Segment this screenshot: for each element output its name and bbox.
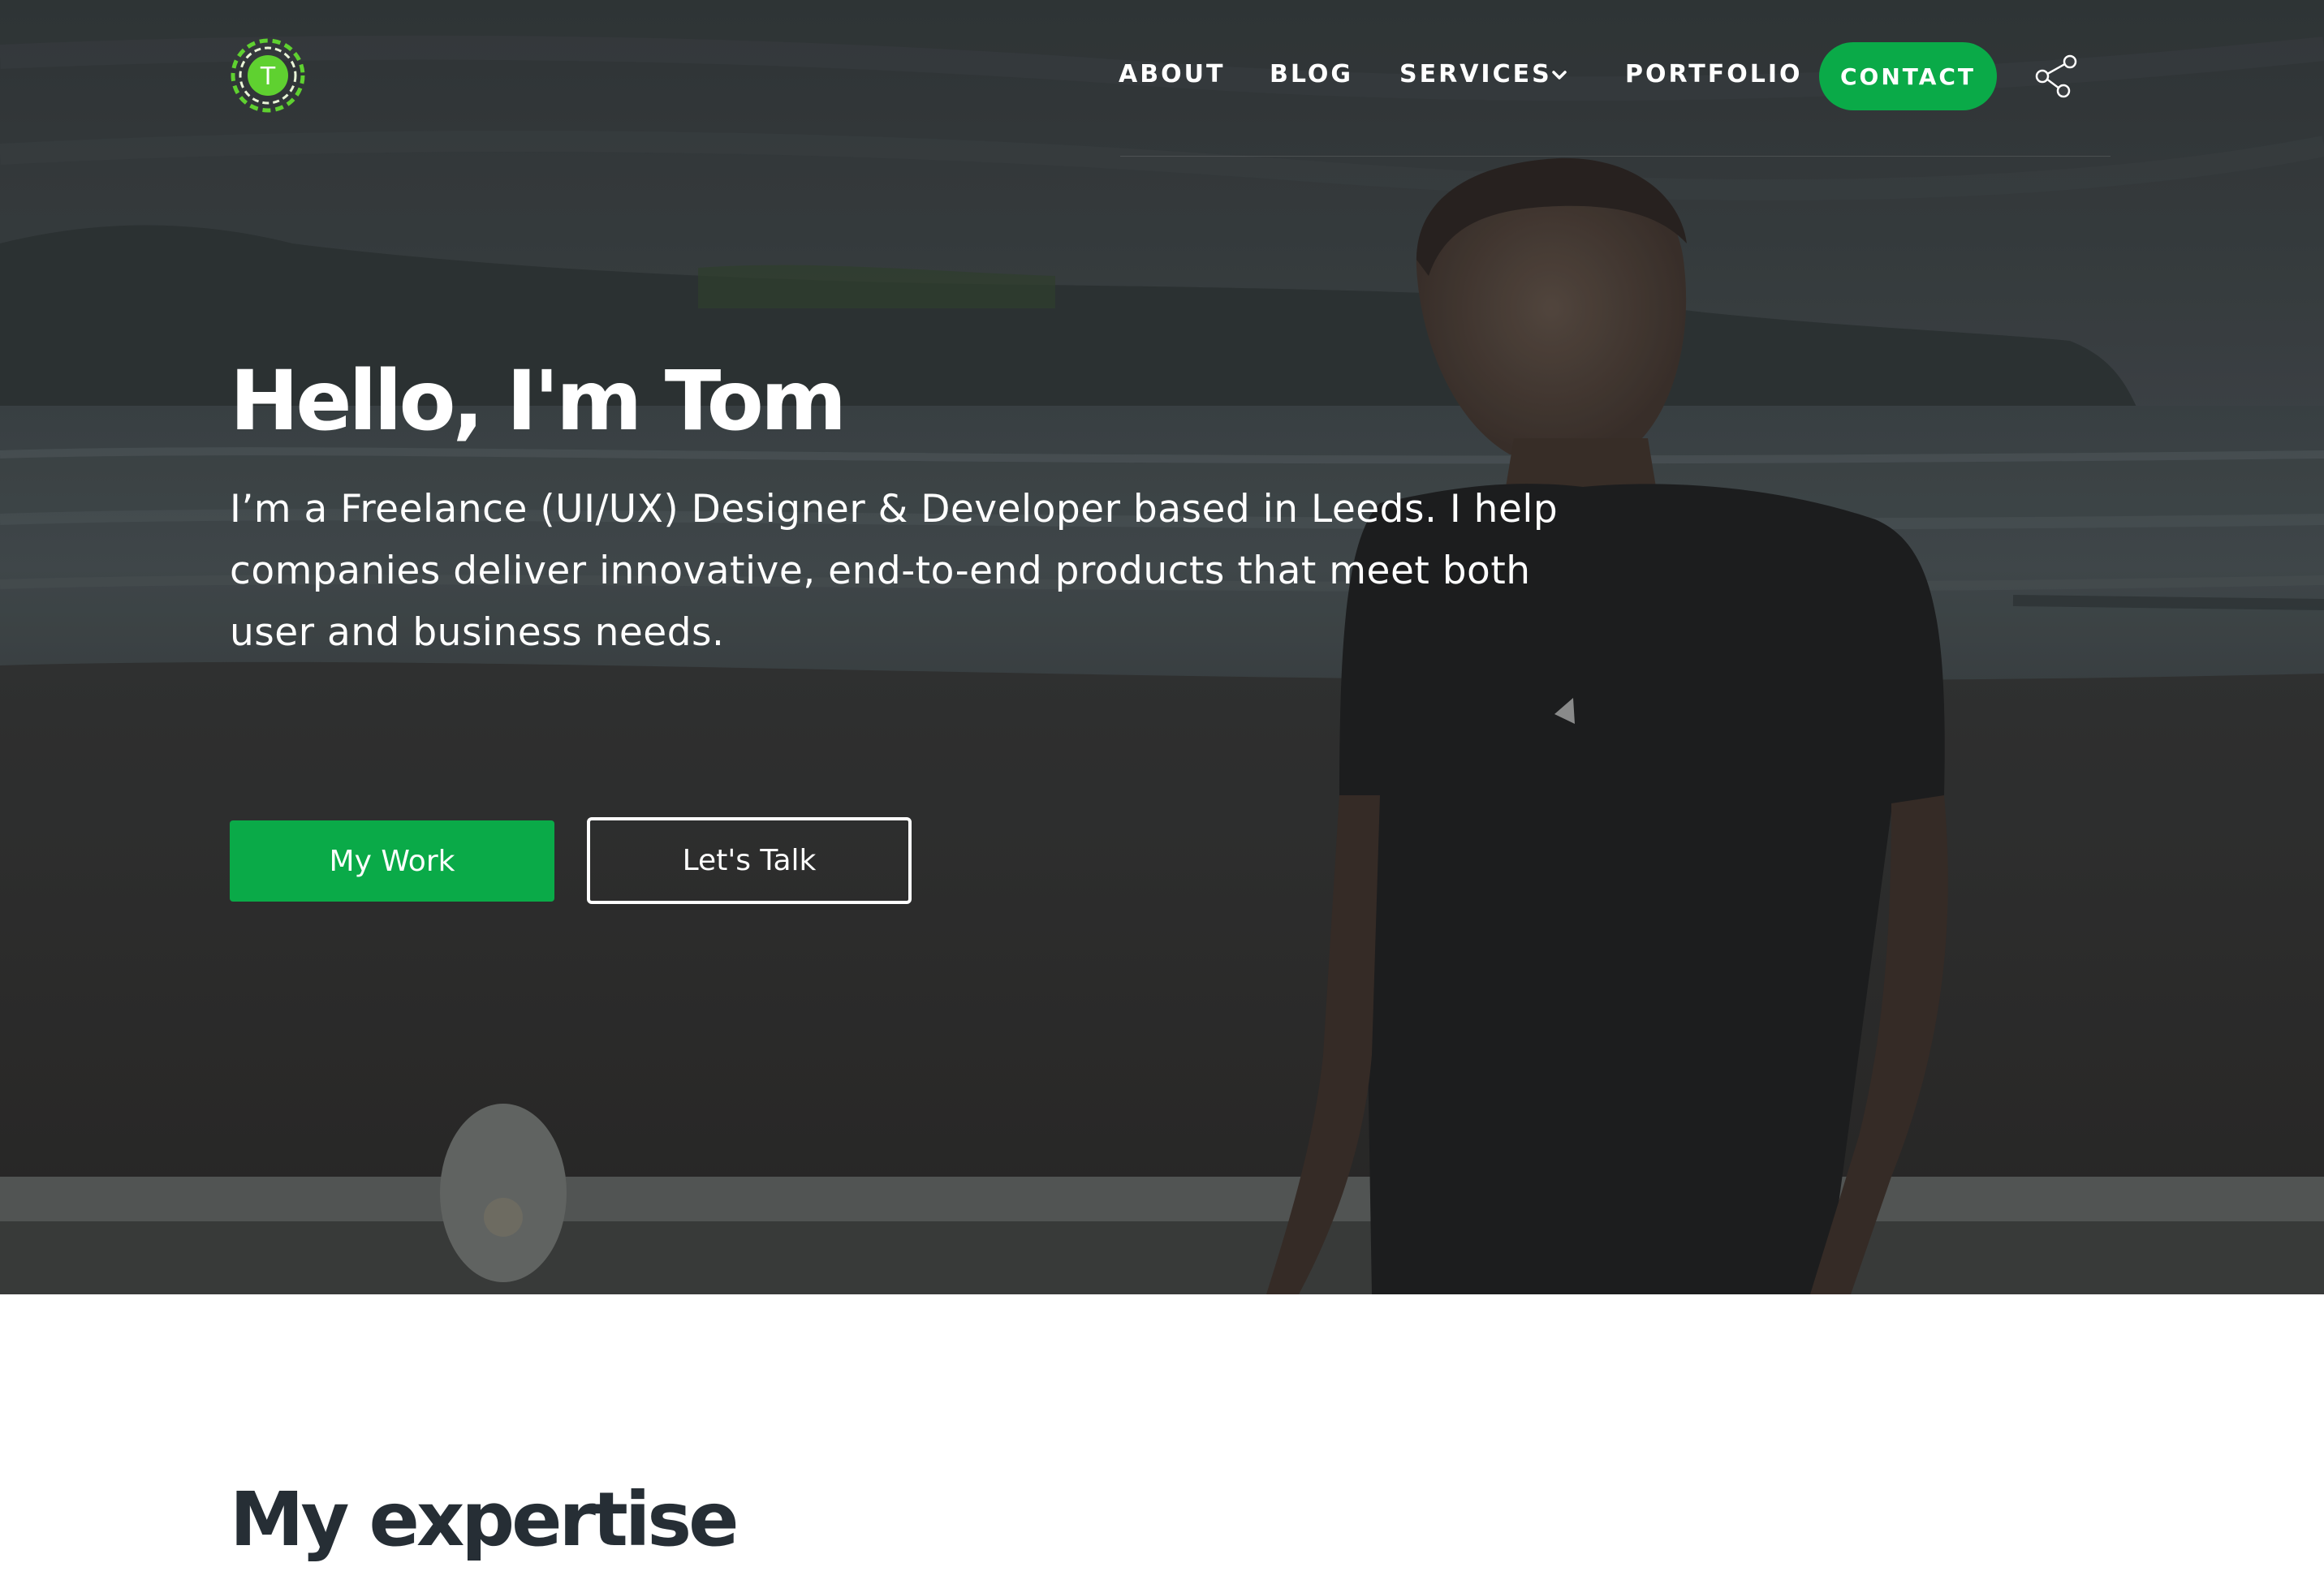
logo-badge-icon[interactable]: T bbox=[230, 37, 306, 114]
expertise-title: My expertise bbox=[230, 1476, 739, 1563]
nav-item-about[interactable]: ABOUT bbox=[1119, 57, 1225, 93]
header-divider bbox=[1120, 156, 2111, 157]
hero-title: Hello, I'm Tom bbox=[230, 353, 847, 450]
hero-section: T ABOUT BLOG SERVICES PORTFOLIO CONTACT … bbox=[0, 0, 2324, 1294]
contact-button[interactable]: CONTACT bbox=[1819, 42, 1997, 110]
hero-subtitle: I’m a Freelance (UI/UX) Designer & Devel… bbox=[230, 487, 1559, 655]
lets-talk-button[interactable]: Let's Talk bbox=[587, 817, 912, 904]
chevron-down-icon[interactable] bbox=[1550, 65, 1569, 84]
nav-item-portfolio[interactable]: PORTFOLIO bbox=[1625, 57, 1802, 93]
nav-item-services[interactable]: SERVICES bbox=[1399, 57, 1552, 93]
nav-item-blog[interactable]: BLOG bbox=[1270, 57, 1353, 93]
my-work-button[interactable]: My Work bbox=[230, 820, 554, 902]
logo-letter: T bbox=[260, 62, 276, 91]
share-icon[interactable] bbox=[2033, 54, 2079, 99]
